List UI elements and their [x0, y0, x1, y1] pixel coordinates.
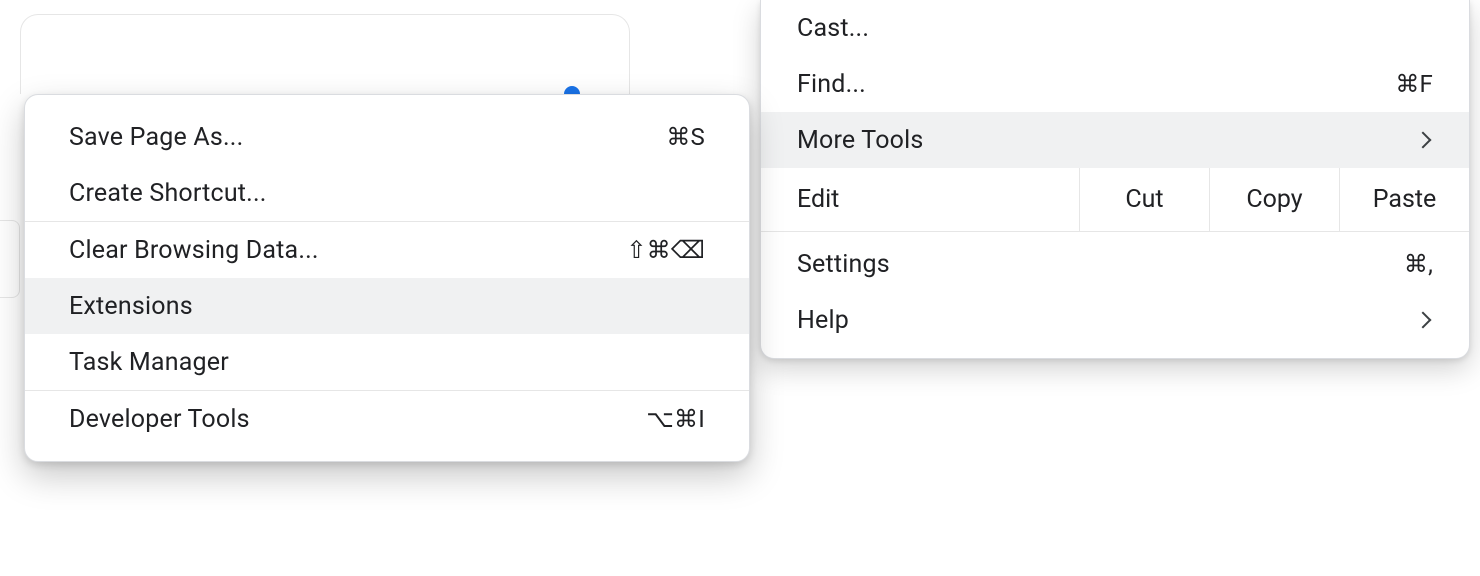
shortcut-label: ⌘F	[1395, 70, 1433, 98]
button-label: Paste	[1373, 185, 1437, 214]
menu-item-label: Task Manager	[69, 348, 705, 377]
chrome-main-menu: Cast... Find... ⌘F More Tools Edit Cut C…	[760, 0, 1470, 359]
edit-paste-button[interactable]: Paste	[1339, 168, 1469, 231]
menu-item-label: Extensions	[69, 292, 705, 321]
menu-item-find[interactable]: Find... ⌘F	[761, 56, 1469, 112]
menu-item-help[interactable]: Help	[761, 292, 1469, 348]
chevron-right-icon	[1415, 312, 1432, 329]
menu-item-create-shortcut[interactable]: Create Shortcut...	[25, 165, 749, 221]
menu-item-label: Cast...	[797, 14, 1433, 43]
menu-item-label: Settings	[797, 250, 1404, 279]
more-tools-submenu: Save Page As... ⌘S Create Shortcut... Cl…	[24, 94, 750, 462]
menu-item-save-page-as[interactable]: Save Page As... ⌘S	[25, 109, 749, 165]
menu-item-label: Help	[797, 306, 1417, 335]
menu-item-extensions[interactable]: Extensions	[25, 278, 749, 334]
chevron-right-icon	[1415, 132, 1432, 149]
menu-item-developer-tools[interactable]: Developer Tools ⌥⌘I	[25, 391, 749, 447]
shortcut-label: ⇧⌘⌫	[626, 236, 705, 264]
menu-item-label: Find...	[797, 70, 1395, 99]
menu-item-label: Save Page As...	[69, 123, 666, 152]
menu-item-clear-browsing-data[interactable]: Clear Browsing Data... ⇧⌘⌫	[25, 222, 749, 278]
menu-item-label: Create Shortcut...	[69, 179, 705, 208]
menu-item-more-tools[interactable]: More Tools	[761, 112, 1469, 168]
shortcut-label: ⌘,	[1404, 250, 1433, 278]
menu-item-label: More Tools	[797, 126, 1417, 155]
edit-cut-button[interactable]: Cut	[1079, 168, 1209, 231]
edit-row: Edit Cut Copy Paste	[761, 168, 1469, 232]
menu-item-edit-label: Edit	[761, 168, 1079, 231]
menu-item-cast[interactable]: Cast...	[761, 0, 1469, 56]
button-label: Copy	[1246, 185, 1302, 214]
menu-item-settings[interactable]: Settings ⌘,	[761, 236, 1469, 292]
button-label: Cut	[1125, 185, 1163, 214]
edit-copy-button[interactable]: Copy	[1209, 168, 1339, 231]
side-panel-stub	[0, 220, 20, 298]
shortcut-label: ⌥⌘I	[646, 405, 705, 433]
menu-item-task-manager[interactable]: Task Manager	[25, 334, 749, 390]
menu-item-label: Developer Tools	[69, 405, 646, 434]
browser-tab-outline	[20, 14, 630, 94]
menu-item-label: Clear Browsing Data...	[69, 236, 626, 265]
shortcut-label: ⌘S	[666, 123, 705, 151]
menu-item-label: Edit	[797, 185, 839, 214]
